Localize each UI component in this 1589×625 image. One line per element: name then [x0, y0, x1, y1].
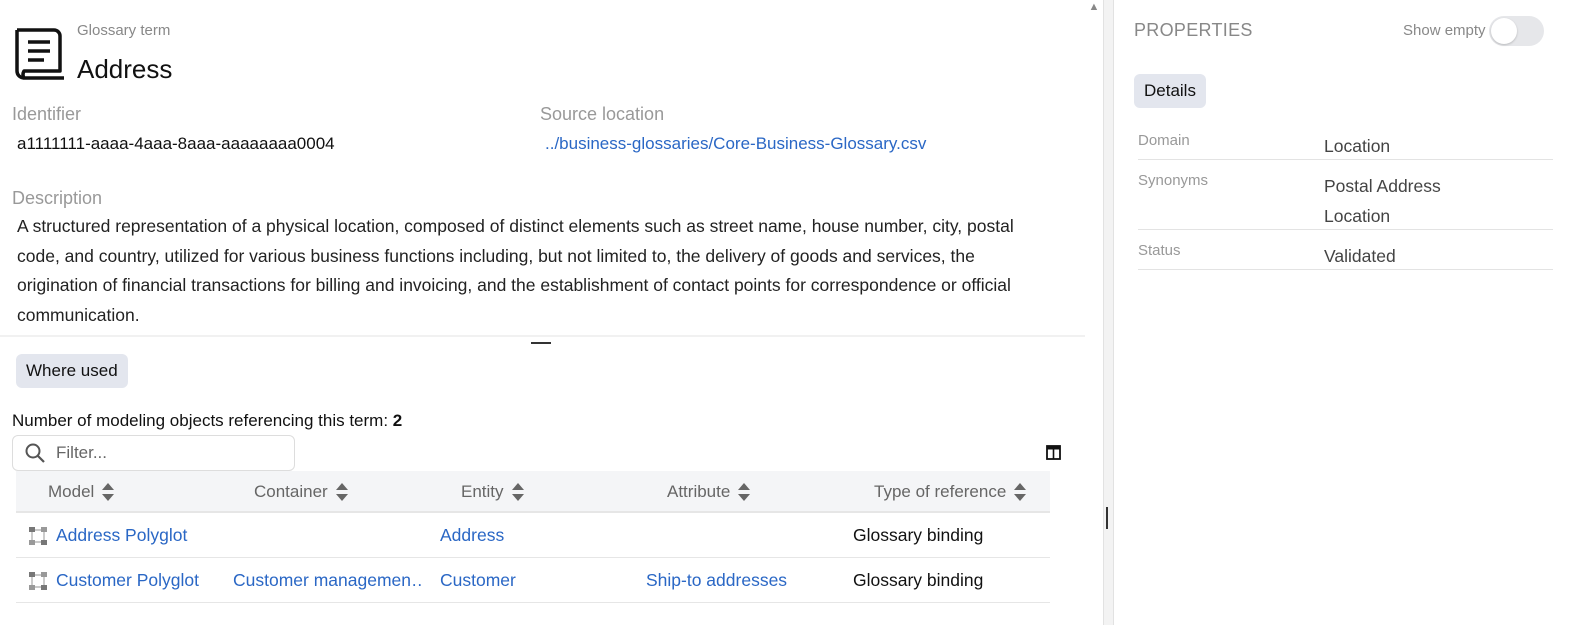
page-title: Address: [77, 54, 173, 84]
filter-box[interactable]: [12, 435, 295, 471]
container-cell[interactable]: [233, 513, 423, 558]
filter-input[interactable]: [56, 443, 276, 463]
column-header-attribute-label: Attribute: [667, 482, 731, 501]
sort-icon: [102, 483, 115, 501]
container-link[interactable]: Customer managemen…: [233, 558, 423, 603]
reference-type-cell: Glossary binding: [853, 525, 984, 545]
resize-handle[interactable]: [531, 342, 551, 344]
property-row-domain: Domain Location: [1138, 130, 1553, 160]
reference-count: Number of modeling objects referencing t…: [12, 411, 402, 431]
synonym-item: Location: [1324, 206, 1391, 226]
description-label: Description: [12, 188, 103, 208]
model-link[interactable]: Address Polyglot: [56, 525, 187, 546]
sort-icon: [1014, 483, 1027, 501]
property-row-synonyms: Synonyms Postal Address Location: [1138, 170, 1553, 230]
tab-where-used[interactable]: Where used: [16, 354, 128, 388]
polyglot-model-icon: [29, 571, 47, 590]
column-header-model-label: Model: [48, 482, 95, 501]
show-empty-label: Show empty: [1403, 22, 1486, 39]
table-row[interactable]: Address Polyglot Address Glossary bindin…: [16, 513, 1050, 558]
table-row[interactable]: Customer Polyglot Customer managemen… Cu…: [16, 558, 1050, 603]
column-header-entity-label: Entity: [461, 482, 504, 501]
description-text: A structured representation of a physica…: [17, 216, 1014, 325]
synonyms-label: Synonyms: [1138, 172, 1209, 189]
identifier-value: a1111111-aaaa-4aaa-8aaa-aaaaaaaa0004: [17, 134, 335, 153]
show-empty-toggle[interactable]: [1489, 16, 1544, 46]
attribute-link[interactable]: [646, 513, 846, 558]
properties-panel: PROPERTIES Show empty Details Domain Loc…: [1115, 0, 1589, 625]
polyglot-model-icon: [29, 526, 47, 545]
table-header: Model Container Entity Attribute Type of…: [16, 471, 1050, 513]
attribute-link[interactable]: Ship-to addresses: [646, 558, 846, 603]
synonyms-values: Postal Address Location: [1324, 171, 1441, 231]
property-row-status: Status Validated: [1138, 240, 1553, 270]
term-type-label: Glossary term: [77, 22, 171, 39]
column-chooser-icon[interactable]: [1046, 445, 1061, 460]
sort-icon: [511, 483, 524, 501]
sort-icon: [335, 483, 348, 501]
column-header-type-label: Type of reference: [874, 482, 1007, 501]
toggle-knob: [1491, 18, 1517, 44]
source-location-label: Source location: [540, 104, 665, 124]
reference-count-label: Number of modeling objects referencing t…: [12, 411, 393, 430]
tab-details[interactable]: Details: [1134, 74, 1206, 108]
where-used-table: Model Container Entity Attribute Type of…: [16, 471, 1050, 603]
synonym-item: Postal Address: [1324, 176, 1441, 196]
pane-splitter[interactable]: [1103, 0, 1114, 625]
model-cell[interactable]: Customer Polyglot: [28, 558, 228, 603]
domain-value: Location: [1324, 136, 1391, 156]
entity-link[interactable]: Customer: [440, 558, 640, 603]
identifier-label: Identifier: [12, 104, 82, 124]
splitter-grip[interactable]: [1106, 507, 1108, 529]
model-link[interactable]: Customer Polyglot: [56, 570, 199, 591]
main-pane: ▲ Glossary term Address Identifier a1111…: [0, 0, 1100, 625]
column-header-container[interactable]: Container: [254, 471, 444, 513]
model-cell[interactable]: Address Polyglot: [28, 513, 228, 558]
properties-title: PROPERTIES: [1134, 20, 1253, 40]
column-header-model[interactable]: Model: [48, 471, 248, 513]
column-header-attribute[interactable]: Attribute: [667, 471, 867, 513]
entity-link[interactable]: Address: [440, 513, 640, 558]
column-header-type-of-reference[interactable]: Type of reference: [874, 471, 1064, 513]
reference-count-value: 2: [392, 411, 403, 430]
status-value: Validated: [1324, 246, 1396, 266]
section-divider: [0, 335, 1085, 337]
domain-label: Domain: [1138, 132, 1190, 149]
column-header-entity[interactable]: Entity: [461, 471, 661, 513]
search-icon: [25, 443, 45, 463]
reference-type-cell: Glossary binding: [853, 570, 984, 590]
glossary-book-icon: [15, 28, 64, 80]
source-location-link[interactable]: ../business-glossaries/Core-Business-Glo…: [545, 134, 926, 154]
sort-icon: [738, 483, 751, 501]
scroll-up-arrow-icon[interactable]: ▲: [1087, 0, 1101, 14]
column-header-container-label: Container: [254, 482, 328, 501]
status-label: Status: [1138, 242, 1181, 259]
